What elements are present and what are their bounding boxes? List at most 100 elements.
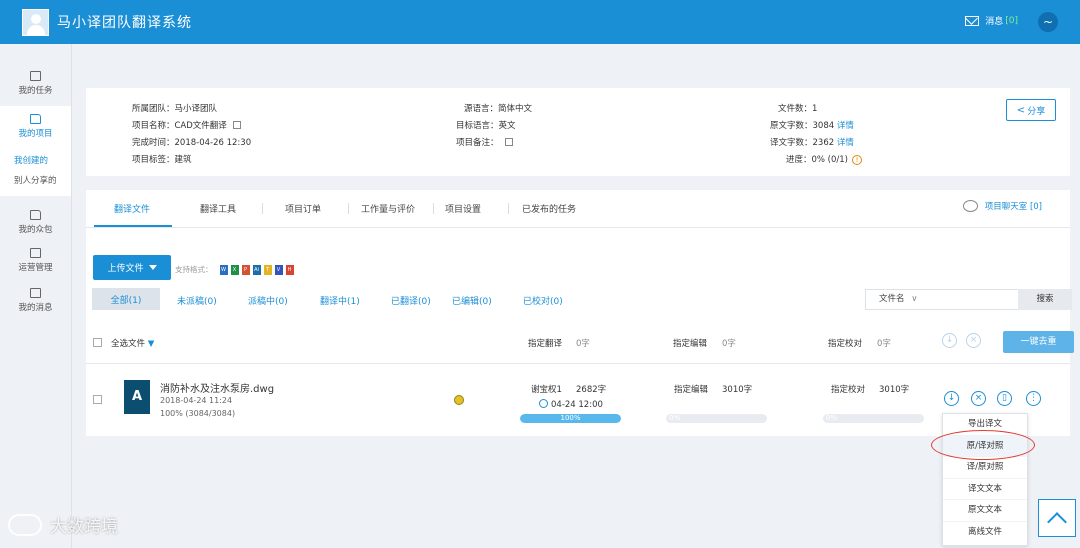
target-detail-link[interactable]: 详情	[837, 138, 854, 148]
sidebar-item-operations[interactable]: 运营管理	[0, 240, 71, 280]
source-language: 源语言：简体中文	[464, 104, 533, 114]
file-count: 文件数：1	[778, 104, 818, 114]
table-row: A 消防补水及注水泵房.dwg 2018-04-24 11:24 100% (3…	[86, 365, 1070, 435]
tab-translate-files[interactable]: 翻译文件	[114, 202, 150, 215]
project-name: 项目名称：CAD文件翻译	[132, 121, 227, 131]
mail-icon	[30, 247, 41, 258]
folder-icon	[30, 113, 41, 124]
assign-translate-header: 指定翻译	[528, 339, 563, 349]
edit-words: 3010字	[722, 385, 753, 395]
filter-translating[interactable]: 翻译中(1)	[320, 294, 360, 307]
watermark-text: 大数跨境	[50, 517, 118, 537]
tab-separator	[348, 203, 349, 214]
warning-icon[interactable]: !	[852, 155, 862, 165]
chevron-up-icon	[1047, 511, 1067, 532]
sidebar-item-label: 我的消息	[18, 302, 53, 313]
mail-icon	[30, 287, 41, 298]
tab-translate-tools[interactable]: 翻译工具	[200, 202, 236, 215]
menu-source-text[interactable]: 原文文本	[943, 500, 1027, 522]
formats-label: 支持格式：	[175, 265, 213, 274]
row-checkbox[interactable]	[93, 395, 102, 404]
proof-progress-label: 0%	[826, 414, 838, 422]
file-format-icon: X	[230, 264, 239, 275]
proof-progress-bar: 0%	[823, 414, 924, 423]
dedupe-button[interactable]: 一键去重	[1003, 331, 1074, 353]
sidebar-item-projects[interactable]: 我的项目	[0, 106, 71, 146]
project-note-row: 项目备注：	[456, 136, 513, 148]
file-date: 2018-04-24 11:24	[160, 396, 233, 405]
upload-file-button[interactable]: 上传文件	[93, 255, 171, 280]
file-name[interactable]: 消防补水及注水泵房.dwg	[160, 380, 274, 395]
highlight-annotation	[931, 430, 1035, 460]
team-info: 所属团队：马小译团队	[132, 104, 218, 114]
sidebar: 我的任务 我的项目 我创建的 别人分享的 我的众包 运营管理 我的消息	[0, 44, 72, 548]
translate-progress-bar: 100%	[520, 414, 621, 423]
menu-offline-file[interactable]: 离线文件	[943, 522, 1027, 544]
due-text: 04-24 12:00	[551, 400, 603, 410]
download-icon[interactable]: ↓	[944, 391, 959, 406]
select-all-checkbox[interactable]	[93, 338, 102, 347]
messages-label: 消息	[985, 17, 1004, 27]
edit-progress-bar: 0%	[666, 414, 767, 423]
project-name-row: 项目名称：CAD文件翻译	[132, 119, 241, 131]
tags-info: 项目标签：建筑	[132, 155, 192, 165]
edit-icon[interactable]	[232, 121, 241, 129]
filter-assigning[interactable]: 派稿中(0)	[248, 294, 288, 307]
assign-edit-count: 0字	[722, 339, 736, 349]
cad-file-icon: A	[124, 380, 150, 414]
close-icon[interactable]: ×	[971, 391, 986, 406]
filter-proofread[interactable]: 已校对(0)	[523, 294, 563, 307]
clock-icon	[539, 399, 548, 408]
filter-all[interactable]: 全部(1)	[92, 288, 160, 310]
more-options-icon[interactable]: ⋮	[1026, 391, 1041, 406]
document-icon[interactable]: ▯	[997, 391, 1012, 406]
scroll-to-top-button[interactable]	[1038, 499, 1076, 537]
share-button[interactable]: < 分享	[1006, 99, 1056, 121]
filter-unassigned[interactable]: 未派稿(0)	[177, 294, 217, 307]
close-all-icon[interactable]: ×	[966, 333, 981, 348]
chevron-down-icon: ∨	[911, 294, 918, 304]
bird-logo-icon[interactable]: ~	[1038, 12, 1058, 32]
source-detail-link[interactable]: 详情	[837, 121, 854, 131]
sidebar-item-tasks[interactable]: 我的任务	[0, 44, 71, 106]
chatroom-link[interactable]: 项目聊天室 [0]	[962, 200, 1042, 212]
sidebar-item-crowdsource[interactable]: 我的众包	[0, 196, 71, 240]
active-tab-indicator	[94, 225, 172, 227]
source-words: 原文字数：3084	[770, 121, 835, 131]
tab-workload[interactable]: 工作量与评价	[361, 202, 415, 215]
filter-translated[interactable]: 已翻译(0)	[391, 294, 431, 307]
tab-orders[interactable]: 项目订单	[285, 202, 321, 215]
search-field-select[interactable]: 文件名 ∨	[865, 289, 1019, 310]
tab-published-tasks[interactable]: 已发布的任务	[522, 202, 576, 215]
assign-edit-link[interactable]: 指定编辑	[674, 383, 708, 395]
assign-edit-header: 指定编辑	[673, 339, 708, 349]
tab-settings[interactable]: 项目设置	[445, 202, 481, 215]
target-words-row: 译文字数：2362 详情	[770, 136, 854, 148]
tab-separator	[262, 203, 263, 214]
translator-name[interactable]: 谢宝权1	[531, 383, 562, 395]
assign-proof-link[interactable]: 指定校对	[831, 383, 865, 395]
translator-words: 2682字	[576, 385, 607, 395]
progress-info: 进度：0% (0/1)	[786, 155, 848, 165]
avatar[interactable]	[22, 8, 49, 36]
menu-target-source-compare[interactable]: 译/原对照	[943, 457, 1027, 479]
select-all-label[interactable]: 全选文件 ▼	[111, 337, 154, 349]
download-all-icon[interactable]: ↓	[942, 333, 957, 348]
sidebar-sub-created[interactable]: 我创建的	[0, 146, 71, 170]
search-button[interactable]: 搜索	[1018, 289, 1072, 310]
menu-target-text[interactable]: 译文文本	[943, 479, 1027, 501]
sidebar-item-messages[interactable]: 我的消息	[0, 280, 71, 320]
proof-words: 3010字	[879, 385, 910, 395]
mail-icon	[965, 15, 980, 26]
watermark: 大数跨境	[8, 512, 118, 537]
filter-edited[interactable]: 已编辑(0)	[452, 294, 492, 307]
sidebar-sub-shared[interactable]: 别人分享的	[0, 170, 71, 196]
assign-proof-count: 0字	[877, 339, 891, 349]
watermark-logo-icon	[8, 513, 42, 536]
share-icon: <	[1016, 104, 1026, 116]
file-format-icon: W	[219, 264, 228, 275]
edit-icon[interactable]	[504, 138, 513, 146]
caret-down-icon: ▼	[147, 339, 155, 349]
messages-link[interactable]: 消息 [0]	[965, 14, 1018, 27]
tab-separator	[433, 203, 434, 214]
